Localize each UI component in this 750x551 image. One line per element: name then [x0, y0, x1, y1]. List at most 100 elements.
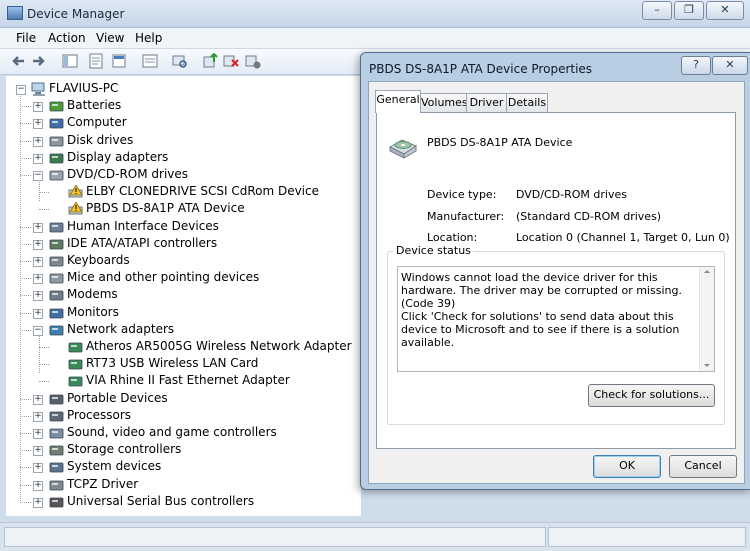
tree-device-item[interactable]: RT73 USB Wireless LAN Card: [6, 356, 351, 373]
expand-toggle[interactable]: +: [33, 429, 43, 439]
device-type-value: DVD/CD-ROM drives: [516, 188, 627, 201]
show-hide-tree-icon[interactable]: [62, 53, 78, 69]
expand-toggle[interactable]: +: [33, 136, 43, 147]
tree-branch-line: [20, 123, 31, 125]
dialog-title[interactable]: PBDS DS-8A1P ATA Device Properties: [369, 62, 592, 76]
tab-driver[interactable]: Driver: [466, 93, 507, 112]
help-book-icon[interactable]: [111, 53, 127, 69]
check-for-solutions-button[interactable]: Check for solutions...: [588, 384, 715, 407]
dialog-close-button[interactable]: ✕: [712, 56, 748, 75]
device-type-label: Device type:: [427, 188, 497, 201]
tree-item-label: DVD/CD-ROM drives: [67, 167, 189, 181]
view-icon[interactable]: [142, 53, 158, 69]
dvd-warning-icon: [68, 201, 84, 216]
back-arrow-icon[interactable]: [10, 53, 26, 69]
tree-category-item[interactable]: + Computer: [6, 115, 351, 132]
tree-category-item[interactable]: + Processors: [6, 408, 351, 425]
tree-device-item[interactable]: VIA Rhine II Fast Ethernet Adapter: [6, 373, 351, 390]
tree-device-item[interactable]: ELBY CLONEDRIVE SCSI CdRom Device: [6, 184, 351, 201]
expand-toggle[interactable]: −: [33, 171, 43, 181]
status-bar: [0, 522, 750, 551]
minimize-button[interactable]: –: [642, 1, 672, 20]
menu-help[interactable]: Help: [135, 31, 162, 45]
tree-category-item[interactable]: + Portable Devices: [6, 391, 351, 408]
expand-toggle[interactable]: +: [33, 394, 43, 405]
expand-toggle[interactable]: +: [33, 411, 43, 422]
tab-volumes[interactable]: Volumes: [420, 93, 468, 112]
tree-device-item[interactable]: Atheros AR5005G Wireless Network Adapter: [6, 339, 352, 356]
menu-action[interactable]: Action: [48, 31, 86, 45]
forward-arrow-icon[interactable]: [31, 53, 47, 69]
tree-category-item[interactable]: + Monitors: [6, 305, 351, 322]
computer-icon: [49, 116, 65, 130]
device-status-label: Device status: [394, 244, 473, 257]
expand-toggle[interactable]: +: [33, 480, 43, 491]
tree-category-item[interactable]: − Network adapters: [6, 322, 351, 339]
tree-root[interactable]: − FLAVIUS-PC: [6, 81, 346, 98]
tree-category-item[interactable]: + Disk drives: [6, 133, 351, 150]
tree-category-item[interactable]: + System devices: [6, 459, 351, 476]
disable-device-icon[interactable]: [245, 53, 261, 69]
expand-toggle[interactable]: +: [33, 257, 43, 267]
expand-toggle[interactable]: +: [33, 274, 43, 285]
tab-details[interactable]: Details: [506, 93, 548, 112]
title-bar[interactable]: Device Manager – ❐ ✕: [0, 0, 750, 28]
tree-category-item[interactable]: − DVD/CD-ROM drives: [6, 167, 351, 184]
device-status-textbox[interactable]: Windows cannot load the device driver fo…: [397, 266, 715, 372]
tree-category-item[interactable]: + Keyboards: [6, 253, 351, 270]
tree-category-item[interactable]: + IDE ATA/ATAPI controllers: [6, 236, 351, 253]
location-label: Location:: [427, 231, 478, 244]
mouse-icon: [49, 271, 65, 285]
monitor-icon: [49, 306, 65, 320]
tree-item-label: Monitors: [67, 304, 119, 319]
properties-icon[interactable]: [88, 53, 104, 69]
tree-category-item[interactable]: + Universal Serial Bus controllers: [6, 494, 351, 511]
expand-toggle[interactable]: +: [33, 222, 43, 233]
dialog-help-button[interactable]: ?: [681, 56, 711, 75]
tree-item-label: Batteries: [67, 98, 122, 113]
tree-item-label: VIA Rhine II Fast Ethernet Adapter: [86, 373, 290, 388]
collapse-root-toggle[interactable]: −: [16, 85, 26, 95]
device-name: PBDS DS-8A1P ATA Device: [427, 136, 573, 149]
tree-category-item[interactable]: + Modems: [6, 287, 351, 304]
tree-category-item[interactable]: + TCPZ Driver: [6, 477, 351, 494]
status-scrollbar[interactable]: [699, 267, 714, 371]
update-driver-icon[interactable]: [202, 53, 218, 69]
tree-item-label: Modems: [67, 287, 118, 302]
cancel-button[interactable]: Cancel: [669, 455, 737, 478]
expand-toggle[interactable]: −: [33, 325, 43, 336]
tree-category-item[interactable]: + Display adapters: [6, 150, 351, 167]
expand-toggle[interactable]: +: [33, 291, 43, 302]
tree-category-item[interactable]: + Sound, video and game controllers: [6, 425, 351, 442]
tree-branch-line: [20, 175, 31, 176]
dvd-drive-warning-icon: [387, 129, 419, 161]
expand-toggle[interactable]: +: [33, 153, 43, 164]
device-manager-app-icon: [7, 6, 23, 20]
tree-item-label: Storage controllers: [67, 442, 182, 457]
device-tree[interactable]: − FLAVIUS-PC + Batteries + Computer + Disk driv…: [6, 76, 361, 516]
tree-category-item[interactable]: + Batteries: [6, 98, 351, 115]
expand-toggle[interactable]: +: [33, 102, 43, 113]
uninstall-icon[interactable]: [223, 53, 239, 69]
expand-toggle[interactable]: +: [33, 446, 43, 457]
tree-branch-line: [20, 467, 31, 469]
expand-toggle[interactable]: +: [33, 239, 43, 250]
expand-toggle[interactable]: +: [33, 497, 43, 508]
menu-view[interactable]: View: [96, 31, 124, 45]
scan-hardware-icon[interactable]: [172, 53, 188, 69]
maximize-button[interactable]: ❐: [674, 1, 704, 20]
device-status-group: Device status Windows cannot load the de…: [387, 244, 725, 425]
tree-branch-line: [39, 381, 49, 383]
expand-toggle[interactable]: +: [33, 308, 43, 319]
expand-toggle[interactable]: +: [33, 463, 43, 474]
tab-general[interactable]: General: [375, 90, 421, 113]
tree-device-item[interactable]: PBDS DS-8A1P ATA Device: [6, 201, 351, 218]
tree-category-item[interactable]: + Human Interface Devices: [6, 219, 351, 236]
close-button[interactable]: ✕: [706, 1, 744, 20]
sound-icon: [49, 426, 65, 440]
ok-button[interactable]: OK: [593, 455, 661, 478]
tree-category-item[interactable]: + Storage controllers: [6, 442, 351, 459]
menu-file[interactable]: File: [16, 31, 36, 45]
expand-toggle[interactable]: +: [33, 119, 43, 130]
tree-category-item[interactable]: + Mice and other pointing devices: [6, 270, 351, 287]
